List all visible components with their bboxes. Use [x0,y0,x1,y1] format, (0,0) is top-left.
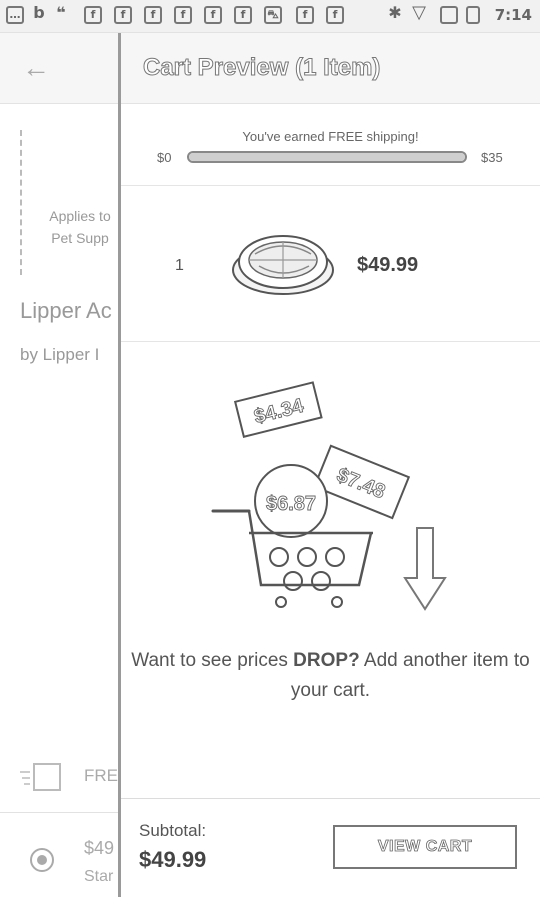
divider [121,341,540,342]
price-drop-message: Want to see prices DROP? Add another ite… [121,646,540,706]
price-tag-label: $6.87 [266,493,316,515]
messages-icon: … [6,6,24,24]
price-tag-icon: $4.34 [233,381,323,438]
shipping-progress-bar [187,151,467,163]
shipping-progress-max: $35 [481,150,503,165]
price-tag-icon: $7.48 [313,444,411,520]
price-drop-emphasis: DROP? [293,650,360,671]
divider [121,185,540,186]
cart-preview-panel: Cart Preview (1 Item) You've earned FREE… [118,33,540,897]
shipping-box-icon [20,763,61,791]
battery-icon [466,6,480,24]
subtotal-label: Subtotal: [139,821,207,840]
facebook-icon: f [174,6,192,24]
status-time: 7:14 [494,6,532,24]
price-drop-illustration: $4.34 $7.48 $6.87 [211,381,447,611]
facebook-icon: f [326,6,344,24]
facebook-icon: f [84,6,102,24]
arrow-down-icon [403,527,447,611]
product-image[interactable] [229,218,337,298]
facebook-icon: f [114,6,132,24]
facebook-icon: f [204,6,222,24]
bluetooth-icon: ✱ [388,3,402,22]
b-app-icon: b [33,3,45,22]
hangouts-icon: ❝ [56,3,66,22]
shipping-option-price: $49 [84,838,115,858]
view-cart-button[interactable]: VIEW CART [333,825,517,869]
no-signal-icon [440,6,458,24]
facebook-icon: f [296,6,314,24]
car-icon: ⛍ [264,6,282,24]
promo-box [20,130,120,275]
divider [0,812,120,813]
shipping-option-radio[interactable] [30,848,54,872]
facebook-icon: f [144,6,162,24]
facebook-icon: f [234,6,252,24]
product-brand: by Lipper I [20,345,100,364]
item-price: $49.99 [357,254,419,276]
price-drop-text: Want to see prices [131,650,294,671]
cart-preview-header: Cart Preview (1 Item) [121,33,540,104]
cart-preview-footer: Subtotal: $49.99 VIEW CART [121,799,540,897]
back-arrow-icon[interactable]: ← [22,54,50,82]
shipping-progress-fill [189,153,465,161]
wifi-icon: ▽ [412,2,426,23]
cart-preview-title: Cart Preview (1 Item) [142,54,381,82]
subtotal-value: $49.99 [139,847,207,872]
shipping-option-label: Star [84,868,114,885]
status-bar: … b ❝ f f f f f f ⛍ f f ✱ ▽ 7:14 [0,0,540,33]
product-title: Lipper Ac [20,298,112,323]
shipping-progress-min: $0 [157,150,172,165]
free-shipping-message: You've earned FREE shipping! [242,129,419,144]
free-shipping-label: FRE [84,766,118,785]
item-quantity: 1 [175,257,184,274]
